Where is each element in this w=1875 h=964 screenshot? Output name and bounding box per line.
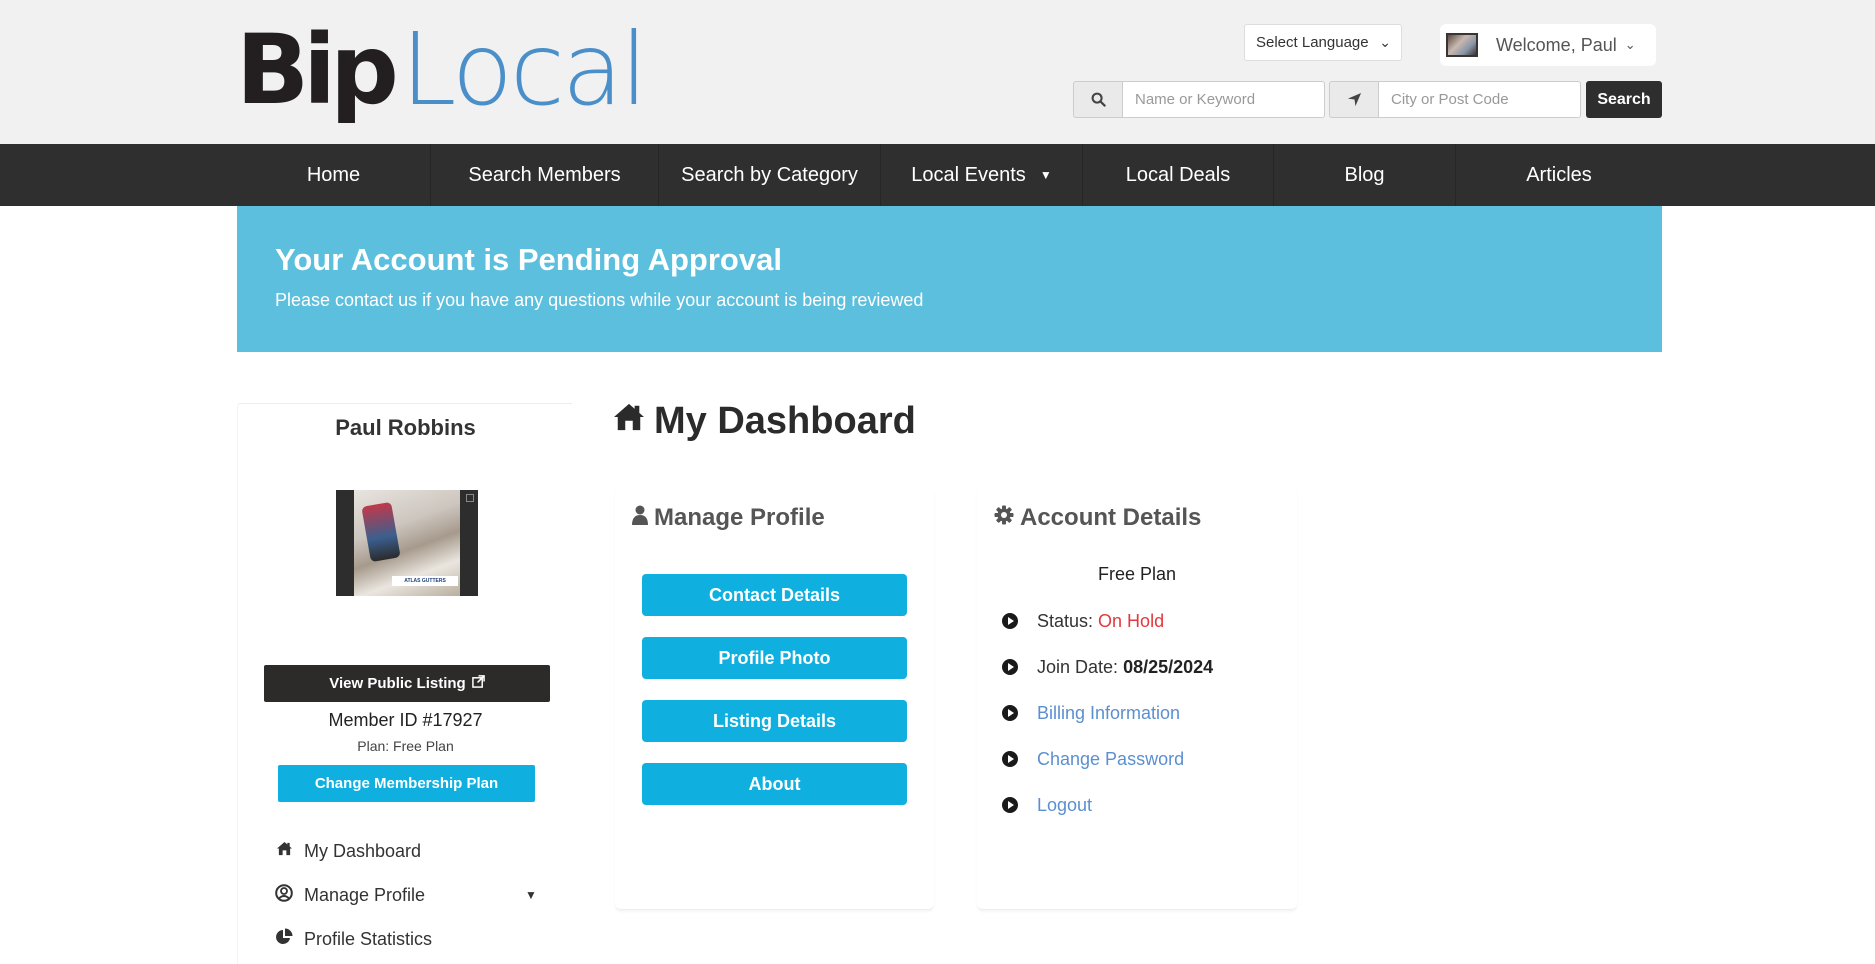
profile-sidebar: Paul Robbins ATLAS GUTTERS View Public L…	[237, 403, 572, 964]
account-status: Status: On Hold	[1002, 609, 1164, 633]
logo-local-text: Local	[400, 11, 648, 128]
account-join-date: Join Date: 08/25/2024	[1002, 655, 1213, 679]
listing-details-button[interactable]: Listing Details	[642, 700, 907, 742]
nav-home[interactable]: Home	[237, 144, 431, 206]
nav-search-members[interactable]: Search Members	[431, 144, 659, 206]
location-arrow-icon	[1329, 81, 1379, 118]
photo-caption: ATLAS GUTTERS	[392, 576, 458, 586]
banner-message: Please contact us if you have any questi…	[275, 290, 924, 310]
nav-home-label: Home	[306, 163, 361, 186]
about-button[interactable]: About	[642, 763, 907, 805]
logout-row: Logout	[1002, 793, 1092, 817]
join-date-value: 08/25/2024	[1123, 656, 1214, 677]
nav-search-by-category-label: Search by Category	[681, 163, 858, 186]
nav-local-deals-label: Local Deals	[1125, 163, 1231, 186]
user-avatar	[1446, 33, 1478, 57]
external-link-icon	[471, 675, 485, 692]
banner-title: Your Account is Pending Approval	[275, 242, 782, 277]
sidebar-item-label: Profile Statistics	[304, 928, 433, 949]
member-plan: Plan: Free Plan	[357, 738, 454, 754]
profile-photo[interactable]: ATLAS GUTTERS	[336, 490, 478, 596]
sidebar-item-my-dashboard[interactable]: My Dashboard	[274, 836, 421, 866]
play-circle-icon	[1002, 797, 1018, 813]
manage-profile-title-text: Manage Profile	[654, 504, 825, 531]
nav-search-members-label: Search Members	[468, 163, 621, 186]
change-password-link[interactable]: Change Password	[1037, 749, 1184, 770]
nav-blog[interactable]: Blog	[1274, 144, 1456, 206]
account-details-title-text: Account Details	[1020, 504, 1202, 531]
site-logo[interactable]: Bip Local	[236, 11, 648, 128]
location-search-input[interactable]: City or Post Code	[1379, 81, 1581, 118]
account-plan: Free Plan	[1097, 564, 1177, 584]
caret-down-icon: ▼	[1039, 168, 1052, 182]
pie-chart-icon	[274, 928, 294, 951]
nav-articles-label: Articles	[1526, 163, 1592, 186]
nav-search-by-category[interactable]: Search by Category	[659, 144, 881, 206]
sidebar-item-label: Manage Profile	[304, 884, 426, 905]
gear-icon	[994, 505, 1014, 531]
chevron-down-icon: ⌄	[1624, 37, 1636, 52]
account-details-title: Account Details	[994, 504, 1201, 532]
play-circle-icon	[1002, 751, 1018, 767]
page-title-text: My Dashboard	[654, 400, 916, 442]
user-menu[interactable]: Welcome, Paul ⌄	[1440, 24, 1656, 66]
language-select[interactable]: Select Language ⌄	[1244, 24, 1402, 61]
user-circle-icon	[274, 883, 294, 907]
pending-approval-banner: Your Account is Pending Approval Please …	[237, 206, 1662, 352]
nav-articles[interactable]: Articles	[1456, 144, 1662, 206]
status-badge: On Hold	[1098, 610, 1165, 631]
member-id: Member ID #17927	[328, 710, 483, 730]
status-label: Status:	[1037, 610, 1094, 631]
view-public-listing-button[interactable]: View Public Listing	[264, 665, 550, 702]
site-header: Bip Local Select Language ⌄ Welcome, Pau…	[0, 0, 1875, 144]
nav-local-events[interactable]: Local Events ▼	[881, 144, 1083, 206]
sidebar-item-profile-statistics[interactable]: Profile Statistics	[274, 924, 432, 954]
caret-down-icon[interactable]: ▼	[525, 888, 537, 902]
language-select-value: Select Language	[1256, 34, 1369, 51]
member-name: Paul Robbins	[335, 415, 476, 440]
contact-details-button[interactable]: Contact Details	[642, 574, 907, 616]
user-menu-label: Welcome, Paul	[1496, 34, 1617, 55]
change-membership-plan-button[interactable]: Change Membership Plan	[278, 765, 535, 802]
nav-blog-label: Blog	[1344, 163, 1385, 186]
join-date-label: Join Date:	[1037, 656, 1119, 677]
home-icon	[612, 402, 646, 441]
keyword-search-input[interactable]: Name or Keyword	[1123, 81, 1325, 118]
nav-local-deals[interactable]: Local Deals	[1083, 144, 1274, 206]
billing-information-row: Billing Information	[1002, 701, 1180, 725]
billing-information-link[interactable]: Billing Information	[1037, 703, 1180, 724]
nav-local-events-label: Local Events	[911, 163, 1026, 186]
play-circle-icon	[1002, 613, 1018, 629]
sidebar-item-manage-profile[interactable]: Manage Profile	[274, 880, 425, 910]
profile-photo-button[interactable]: Profile Photo	[642, 637, 907, 679]
search-button[interactable]: Search	[1586, 81, 1662, 118]
profile-photo-image: ATLAS GUTTERS	[354, 490, 460, 596]
expand-icon[interactable]	[466, 494, 474, 502]
account-details-card: Account Details Free Plan Status: On Hol…	[977, 490, 1297, 910]
logo-bip-text: Bip	[236, 14, 399, 126]
home-icon	[274, 841, 294, 861]
keyword-search-group: Name or Keyword	[1073, 81, 1325, 118]
page-title: My Dashboard	[612, 400, 916, 443]
main-nav: Home Search Members Search by Category L…	[0, 144, 1875, 206]
view-public-listing-label: View Public Listing	[329, 675, 466, 692]
sidebar-item-label: My Dashboard	[304, 840, 422, 861]
change-password-row: Change Password	[1002, 747, 1184, 771]
location-search-group: City or Post Code	[1329, 81, 1581, 118]
play-circle-icon	[1002, 659, 1018, 675]
drill-graphic	[361, 501, 401, 563]
manage-profile-title: Manage Profile	[632, 504, 825, 532]
search-icon	[1073, 81, 1123, 118]
manage-profile-card: Manage Profile Contact Details Profile P…	[615, 490, 934, 910]
user-icon	[632, 505, 648, 532]
logout-link[interactable]: Logout	[1037, 795, 1092, 816]
chevron-down-icon: ⌄	[1379, 34, 1391, 50]
play-circle-icon	[1002, 705, 1018, 721]
